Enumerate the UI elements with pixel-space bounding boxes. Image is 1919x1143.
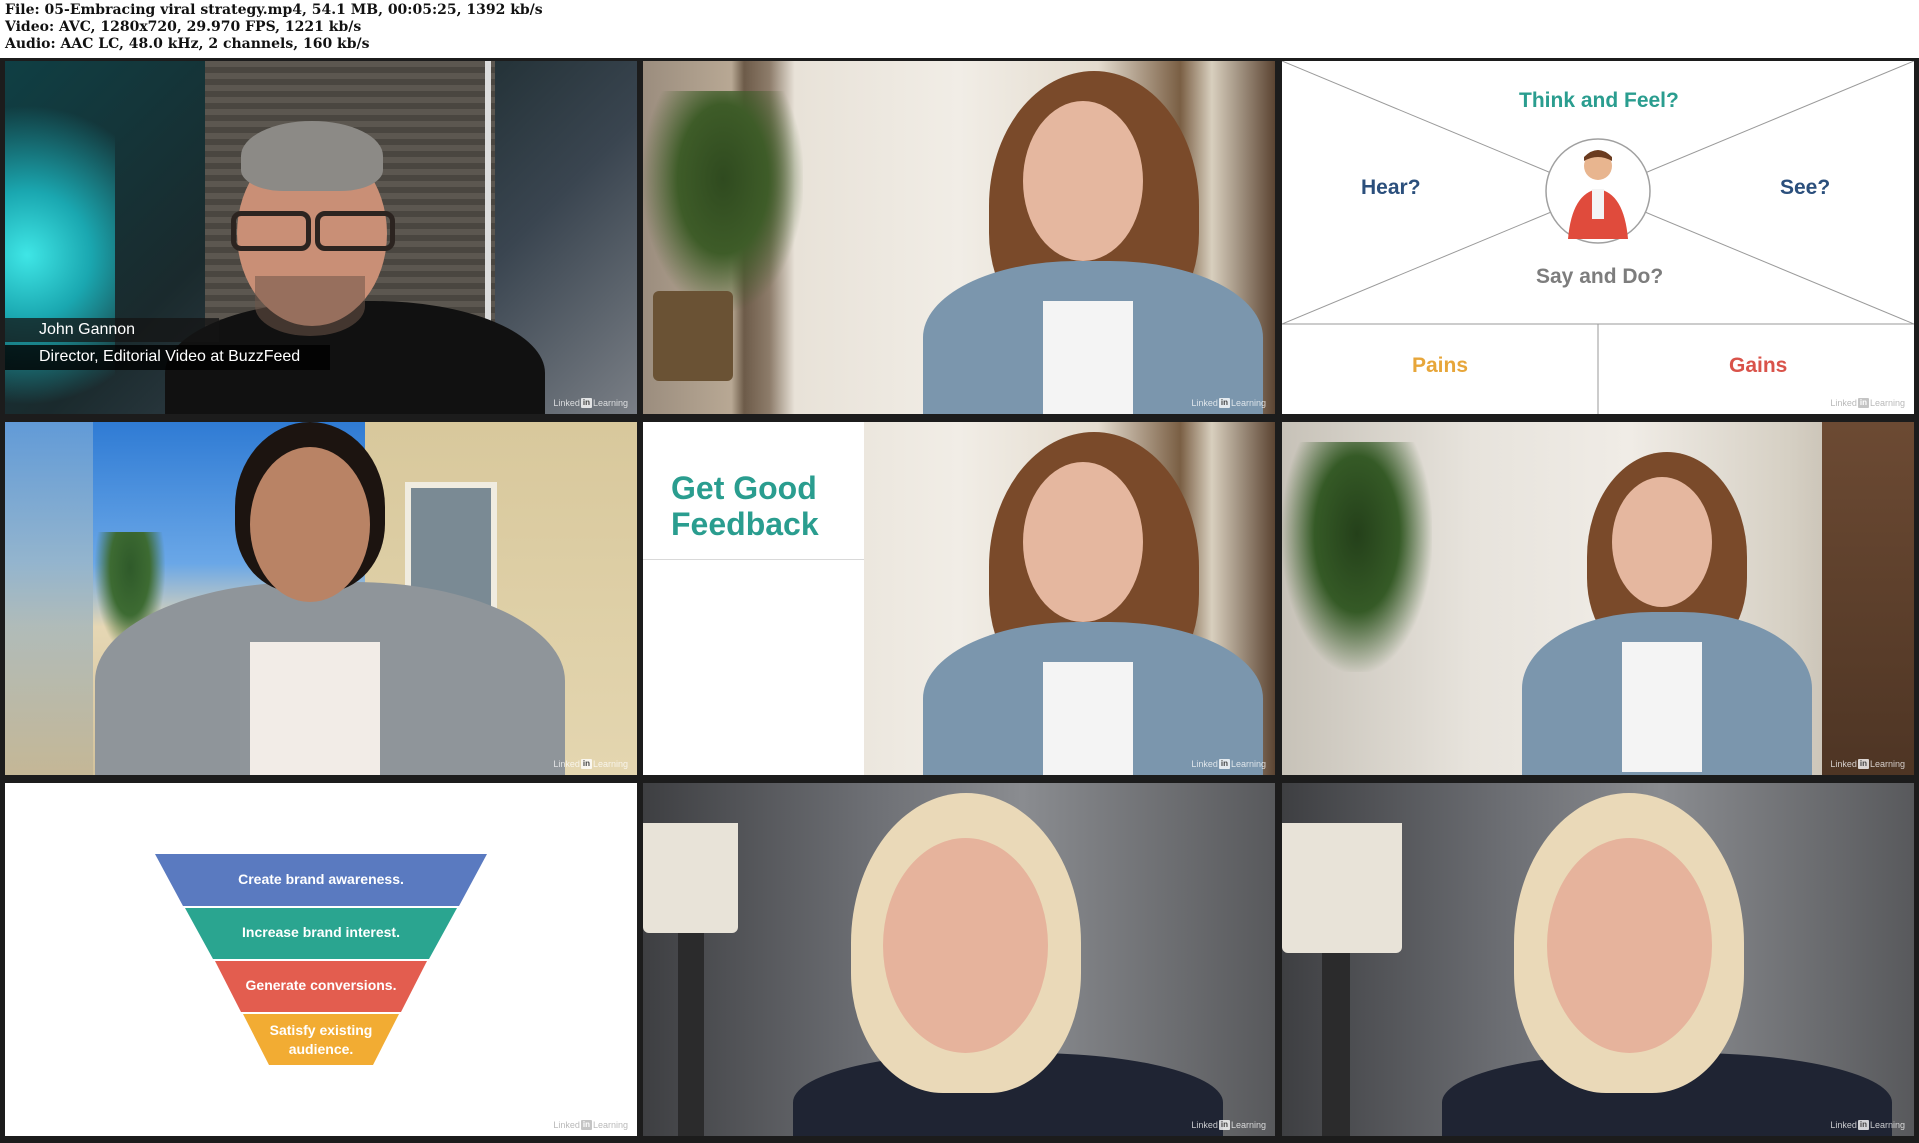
linkedin-learning-watermark: Linked in Learning [1191,398,1266,408]
funnel-label-1: Create brand awareness. [238,871,404,887]
funnel-label-2: Increase brand interest. [242,924,400,940]
video-info-line: Video: AVC, 1280x720, 29.970 FPS, 1221 k… [5,19,362,35]
divider [643,559,864,560]
hear-label: Hear? [1361,176,1421,199]
pains-label: Pains [1412,354,1469,377]
say-do-label: Say and Do? [1536,265,1664,288]
linkedin-learning-watermark: Linked in Learning [1830,398,1905,408]
slide-panel: Get Good Feedback [643,422,864,775]
thumbnail-host-2[interactable]: Linked in Learning [1282,422,1914,775]
slide-title: Get Good Feedback [671,470,819,542]
think-feel-label: Think and Feel? [1519,89,1679,112]
thumbnail-funnel-slide[interactable]: Create brand awareness. Increase brand i… [5,783,637,1136]
file-info-header: File: 05-Embracing viral strategy.mp4, 5… [0,0,1919,58]
lamp-base [1322,953,1350,1136]
linkedin-learning-watermark: Linked in Learning [1830,759,1905,769]
plant [643,91,803,311]
audio-info-line: Audio: AAC LC, 48.0 kHz, 2 channels, 160… [5,36,370,52]
see-label: See? [1780,176,1831,199]
plant [1282,442,1432,672]
funnel-label-3: Generate conversions. [245,977,397,993]
thumbnail-outdoor-speaker[interactable]: Linked in Learning [5,422,637,775]
empathy-map-lines [1282,61,1914,414]
speaker-title: Director, Editorial Video at BuzzFeed [5,345,331,370]
linkedin-learning-watermark: Linked in Learning [1191,759,1266,769]
lamp-shade [1282,823,1402,953]
thumbnail-blonde-speaker-2[interactable]: Linked in Learning [1282,783,1914,1136]
lower-third: John Gannon Director, Editorial Video at… [5,318,331,370]
linkedin-learning-watermark: Linked in Learning [1191,1120,1266,1130]
thumbnail-get-good-feedback[interactable]: Get Good Feedback Linked in Learning [643,422,1275,775]
linkedin-learning-watermark: Linked in Learning [553,759,628,769]
speaker-name: John Gannon [5,318,219,342]
funnel-diagram [155,854,487,1065]
plant-pot [653,291,733,381]
blurred-edge [5,422,93,775]
wall-edge [485,61,491,321]
file-info-line: File: 05-Embracing viral strategy.mp4, 5… [5,2,543,18]
linkedin-learning-watermark: Linked in Learning [553,398,628,408]
linkedin-learning-watermark: Linked in Learning [553,1120,628,1130]
thumbnail-empathy-map-slide[interactable]: Think and Feel? Hear? See? Say and Do? P… [1282,61,1914,414]
gains-label: Gains [1729,354,1788,377]
thumbnail-john-gannon[interactable]: John Gannon Director, Editorial Video at… [5,61,637,414]
lamp-base [678,933,704,1136]
lamp-shade [643,823,738,933]
thumbnail-blonde-speaker-1[interactable]: Linked in Learning [643,783,1275,1136]
cabinet [1822,422,1914,775]
thumbnail-host-1[interactable]: Linked in Learning [643,61,1275,414]
thumbnail-grid: John Gannon Director, Editorial Video at… [0,58,1919,1143]
linkedin-learning-watermark: Linked in Learning [1830,1120,1905,1130]
funnel-label-4: Satisfy existing audience. [269,1022,373,1057]
